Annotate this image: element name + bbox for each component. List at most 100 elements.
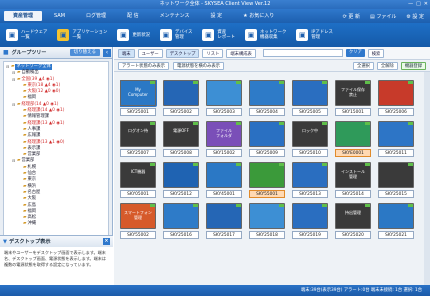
terminal-card[interactable]: SKY25018 bbox=[249, 203, 285, 241]
desktop-thumbnail[interactable] bbox=[378, 121, 414, 147]
alert-only-button[interactable]: アラート状態のみ表示 bbox=[118, 61, 169, 70]
terminal-card[interactable]: SKYE0001 bbox=[335, 121, 371, 159]
desktop-thumbnail[interactable] bbox=[206, 162, 242, 188]
desktop-thumbnail[interactable] bbox=[249, 121, 285, 147]
desktop-thumbnail[interactable] bbox=[206, 80, 242, 106]
terminal-card[interactable]: SKY25016 bbox=[163, 203, 199, 241]
desktop-thumbnail[interactable] bbox=[292, 162, 328, 188]
desktop-thumbnail[interactable]: ファイル フォルダ bbox=[206, 121, 242, 147]
toolbar-item-1[interactable]: ▣ アプリケーション 一覧 bbox=[57, 29, 107, 41]
clear-button[interactable]: クリア bbox=[345, 49, 365, 57]
desktop-thumbnail[interactable]: インストール 管理 bbox=[335, 162, 371, 188]
terminal-card[interactable]: インストール 管理 SKY25014 bbox=[335, 162, 371, 200]
tab-user[interactable]: ユーザー bbox=[137, 48, 163, 58]
desktop-thumbnail[interactable]: ICT機器 bbox=[120, 162, 156, 188]
desktop-thumbnail[interactable] bbox=[163, 203, 199, 229]
desktop-thumbnail[interactable]: ログオン待 bbox=[120, 121, 156, 147]
terminal-card[interactable]: SKY25005 bbox=[292, 80, 328, 118]
terminal-card[interactable]: 電源OFF SKY25008 bbox=[163, 121, 199, 159]
minimize-button[interactable]: — bbox=[408, 0, 413, 9]
scrollbar[interactable] bbox=[424, 72, 430, 285]
file-button[interactable]: ▤ ファイル bbox=[370, 13, 396, 20]
tab-terminal[interactable]: 端末 bbox=[118, 48, 135, 58]
expand-icon[interactable]: ⊟ bbox=[6, 64, 10, 70]
menu-settings[interactable]: 設 定 bbox=[202, 11, 232, 21]
search-input[interactable] bbox=[262, 49, 343, 57]
toolbar-item-0[interactable]: ▣ ハードウェア 一覧 bbox=[6, 29, 47, 41]
desktop-thumbnail[interactable] bbox=[163, 80, 199, 106]
terminal-card[interactable]: 持出管理 SKY25020 bbox=[335, 203, 371, 241]
tab-desktop[interactable]: デスクトップ bbox=[165, 48, 200, 58]
terminal-name: SKY25019 bbox=[292, 231, 328, 239]
desktop-thumbnail[interactable] bbox=[249, 203, 285, 229]
terminal-card[interactable]: SKY25017 bbox=[206, 203, 242, 241]
expand-icon[interactable]: ⊟ bbox=[12, 102, 16, 108]
help-close-icon[interactable]: × bbox=[103, 238, 110, 245]
desktop-thumbnail[interactable] bbox=[292, 80, 328, 106]
tab-config[interactable]: 端末構成表 bbox=[226, 48, 256, 58]
terminal-card[interactable]: SKY25012 bbox=[163, 162, 199, 200]
expand-icon[interactable]: ⊟ bbox=[12, 77, 16, 83]
desktop-thumbnail[interactable] bbox=[378, 203, 414, 229]
terminal-card[interactable]: ログオン待 SKY25007 bbox=[120, 121, 156, 159]
toolbar-item-5[interactable]: ▣ ネットワーク 機器収集 bbox=[245, 29, 286, 41]
maximize-button[interactable]: □ bbox=[416, 0, 421, 9]
menu-log[interactable]: ログ管理 bbox=[77, 11, 115, 21]
terminal-card[interactable]: My Computer SKY25001 bbox=[120, 80, 156, 118]
terminal-card[interactable]: ICT機器 SKY05001 bbox=[120, 162, 156, 200]
switch-button[interactable]: 切り替える bbox=[69, 49, 100, 56]
desktop-thumbnail[interactable] bbox=[378, 80, 414, 106]
terminal-card[interactable]: SKY25011 bbox=[378, 121, 414, 159]
terminal-card[interactable]: SKY25021 bbox=[378, 203, 414, 241]
deselect-all-button[interactable]: 全解除 bbox=[376, 61, 398, 70]
desktop-thumbnail[interactable]: My Computer bbox=[120, 80, 156, 106]
register-button[interactable]: 機器登録 bbox=[400, 61, 426, 70]
terminal-card[interactable]: SKY25009 bbox=[249, 121, 285, 159]
desktop-thumbnail[interactable]: ファイル保存 禁止 bbox=[335, 80, 371, 106]
toolbar-item-4[interactable]: ▣ 資産 レポート bbox=[202, 29, 235, 41]
refresh-button[interactable]: ⟳ 更 新 bbox=[343, 13, 360, 20]
toolbar-item-6[interactable]: ▣ IPアドレス 管理 bbox=[296, 29, 333, 41]
desktop-thumbnail[interactable] bbox=[249, 162, 285, 188]
desktop-thumbnail[interactable] bbox=[163, 162, 199, 188]
desktop-thumbnail[interactable]: 電源OFF bbox=[163, 121, 199, 147]
terminal-card[interactable]: SKY25002 bbox=[163, 80, 199, 118]
terminal-card[interactable]: SKY55001 bbox=[249, 162, 285, 200]
menu-dist[interactable]: 配 信 bbox=[118, 11, 148, 21]
settings-button[interactable]: ⚙ 設 定 bbox=[406, 13, 424, 20]
terminal-card[interactable]: スマートフォン 管理 SKY55002 bbox=[120, 203, 156, 241]
close-button[interactable]: ✕ bbox=[424, 0, 428, 9]
terminal-name: SKY25014 bbox=[335, 190, 371, 198]
menu-asset[interactable]: 資産管理 bbox=[4, 11, 43, 21]
toolbar-item-3[interactable]: ▣ デバイス 管理 bbox=[159, 29, 192, 41]
terminal-card[interactable]: ファイル保存 禁止 SKY15001 bbox=[335, 80, 371, 118]
desktop-thumbnail[interactable]: スマートフォン 管理 bbox=[120, 203, 156, 229]
toolbar-item-2[interactable]: ▣ 更新状況 bbox=[117, 29, 150, 41]
select-all-button[interactable]: 全選択 bbox=[353, 61, 374, 70]
search-button[interactable]: 検索 bbox=[367, 48, 385, 58]
power-only-button[interactable]: 電源状態を横のみ表示 bbox=[172, 61, 224, 70]
tab-list[interactable]: リスト bbox=[202, 48, 224, 58]
terminal-card[interactable]: SKY45001 bbox=[206, 162, 242, 200]
menu-sam[interactable]: SAM bbox=[45, 11, 74, 21]
terminal-card[interactable]: ロック中 SKY25010 bbox=[292, 121, 328, 159]
menu-maint[interactable]: メンテナンス bbox=[151, 11, 199, 21]
desktop-thumbnail[interactable] bbox=[378, 162, 414, 188]
tree-item[interactable]: ▰ 沖縄 bbox=[4, 221, 108, 227]
terminal-card[interactable]: SKY25004 bbox=[249, 80, 285, 118]
terminal-card[interactable]: SKY25013 bbox=[292, 162, 328, 200]
menu-favorites[interactable]: ★ お気に入り bbox=[234, 11, 283, 21]
terminal-card[interactable]: SKY25019 bbox=[292, 203, 328, 241]
terminal-card[interactable]: ファイル フォルダ SKY15002 bbox=[206, 121, 242, 159]
terminal-card[interactable]: SKY25015 bbox=[378, 162, 414, 200]
desktop-thumbnail[interactable] bbox=[249, 80, 285, 106]
terminal-card[interactable]: SKY25003 bbox=[206, 80, 242, 118]
collapse-icon[interactable]: ‹ bbox=[103, 48, 111, 57]
desktop-thumbnail[interactable]: ロック中 bbox=[292, 121, 328, 147]
desktop-thumbnail[interactable] bbox=[292, 203, 328, 229]
desktop-thumbnail[interactable] bbox=[206, 203, 242, 229]
expand-icon[interactable]: ⊟ bbox=[12, 158, 16, 164]
desktop-thumbnail[interactable]: 持出管理 bbox=[335, 203, 371, 229]
desktop-thumbnail[interactable] bbox=[335, 121, 371, 147]
terminal-card[interactable]: SKY25006 bbox=[378, 80, 414, 118]
